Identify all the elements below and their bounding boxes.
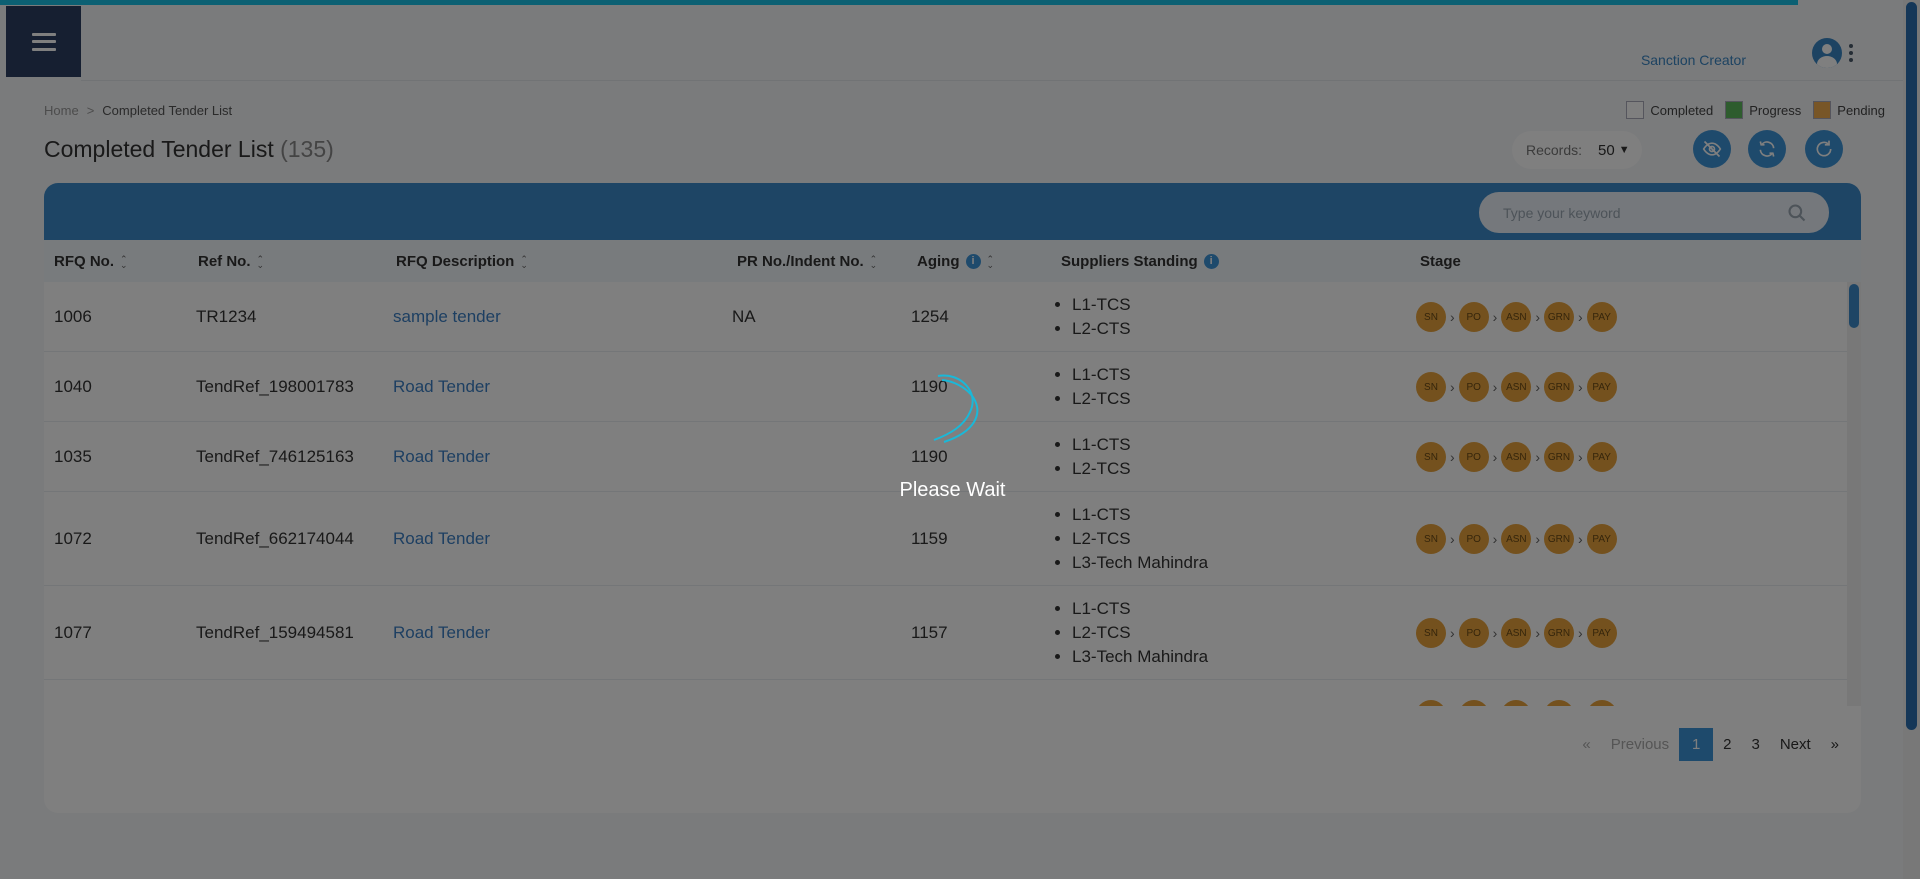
spinner-icon — [933, 374, 979, 443]
loading-overlay: Please Wait — [0, 0, 1920, 879]
loading-text: Please Wait — [899, 479, 1006, 501]
